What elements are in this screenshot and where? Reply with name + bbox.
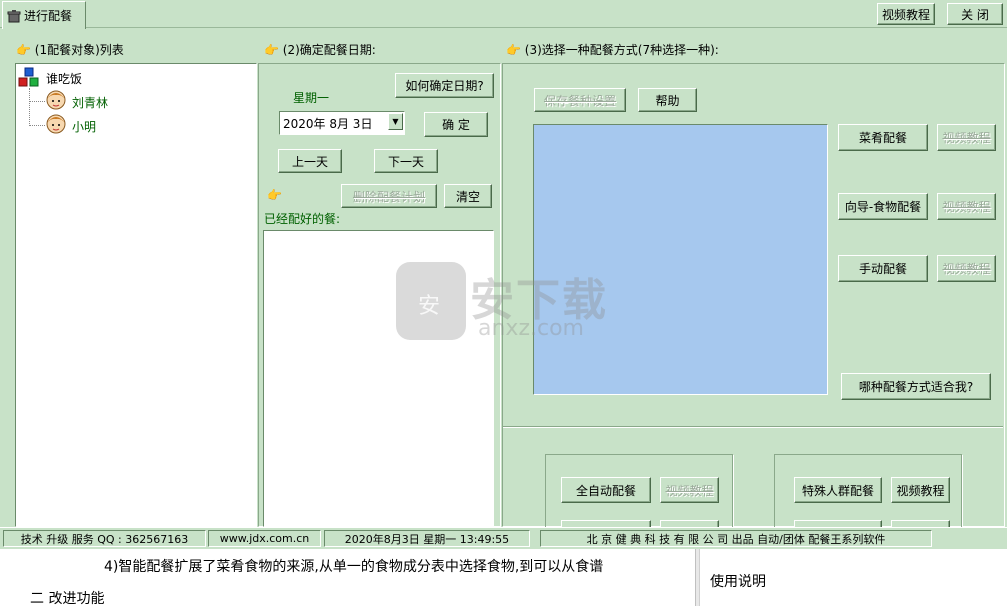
shield-glyph: 安 [418,294,441,319]
which-method-button[interactable]: 哪种配餐方式适合我? [841,373,991,400]
method-preview-box [533,124,828,395]
status-support: 技术 升级 服务 QQ : 362567163 [3,530,206,547]
previous-day-button[interactable]: 上一天 [278,149,342,173]
pointing-hand-icon: 👉 [506,43,521,57]
person-avatar-icon [46,90,66,110]
tab-meal-planning[interactable]: 进行配餐 [2,1,86,29]
help-button[interactable]: 帮助 [638,88,697,112]
how-to-set-date-button[interactable]: 如何确定日期? [395,73,494,98]
done-meals-label: 已经配好的餐: [264,212,341,226]
watermark-shield-icon: 安 [396,262,466,340]
section1-header: 👉 (1配餐对象)列表 [16,43,124,57]
document-area: 4)智能配餐扩展了菜肴食物的来源,从单一的食物成分表中选择食物,到可以从食谱 二… [0,549,695,606]
wizard-planning-button[interactable]: 向导-食物配餐 [838,193,928,220]
manual-planning-button[interactable]: 手动配餐 [838,255,928,282]
status-bar: 技术 升级 服务 QQ : 362567163 www.jdx.com.cn 2… [0,527,1007,549]
date-picker[interactable]: 2020年 8月 3日 ▼ [279,111,405,135]
clear-button[interactable]: 清空 [444,184,492,208]
right-pane: 使用说明 [699,549,1007,606]
cubes-icon [18,67,39,87]
auto-planning-button[interactable]: 全自动配餐 [561,477,651,503]
status-website: www.jdx.com.cn [208,530,321,547]
video-tutorial-button[interactable]: 视频教程 [877,3,935,25]
close-button[interactable]: 关 闭 [947,3,1003,25]
pointing-hand-icon: 👉 [267,188,282,202]
tree-person-1[interactable]: 刘青林 [72,94,108,111]
person-tree[interactable]: 谁吃饭 刘青林 小明 [15,63,257,527]
dish-planning-button[interactable]: 菜肴配餐 [838,124,928,151]
section3-header: 👉 (3)选择一种配餐方式(7种选择一种): [506,43,719,57]
pot-icon [7,9,21,22]
weekday-label: 星期一 [293,91,330,105]
section2-header: 👉 (2)确定配餐日期: [264,43,376,57]
dish-video-button[interactable]: 视频教程 [937,124,996,151]
tree-root-label: 谁吃饭 [46,72,83,86]
confirm-date-button[interactable]: 确 定 [424,112,488,137]
delete-plan-button[interactable]: 删除配餐计划 [341,184,437,208]
manual-video-button[interactable]: 视频教程 [937,255,996,282]
next-day-button[interactable]: 下一天 [374,149,438,173]
status-company: 北 京 健 典 科 技 有 限 公 司 出品 自动/团体 配餐王系列软件 [540,530,932,547]
tab-label: 进行配餐 [24,9,73,23]
special-planning-button[interactable]: 特殊人群配餐 [794,477,882,503]
save-settings-button[interactable]: 保存餐种设置 [534,88,626,112]
person-avatar-icon [46,114,66,134]
document-line: 4)智能配餐扩展了菜肴食物的来源,从单一的食物成分表中选择食物,到可以从食谱 [104,559,604,575]
document-line: 二 改进功能 [30,591,105,606]
date-value: 2020年 8月 3日 [283,116,373,131]
watermark-subtext: anxz.com [478,316,584,341]
wizard-video-button[interactable]: 视频教程 [937,193,996,220]
pointing-hand-icon: 👉 [264,43,279,57]
tree-person-2[interactable]: 小明 [72,118,96,135]
tab-bar [0,0,1007,28]
pointing-hand-icon: 👉 [16,43,31,57]
chevron-down-icon[interactable]: ▼ [388,113,403,130]
auto-video-button[interactable]: 视频教程 [660,477,719,503]
usage-instructions-label: 使用说明 [710,574,766,590]
status-datetime: 2020年8月3日 星期一 13:49:55 [324,530,530,547]
special-video-button[interactable]: 视频教程 [891,477,950,503]
divider [503,426,1003,428]
